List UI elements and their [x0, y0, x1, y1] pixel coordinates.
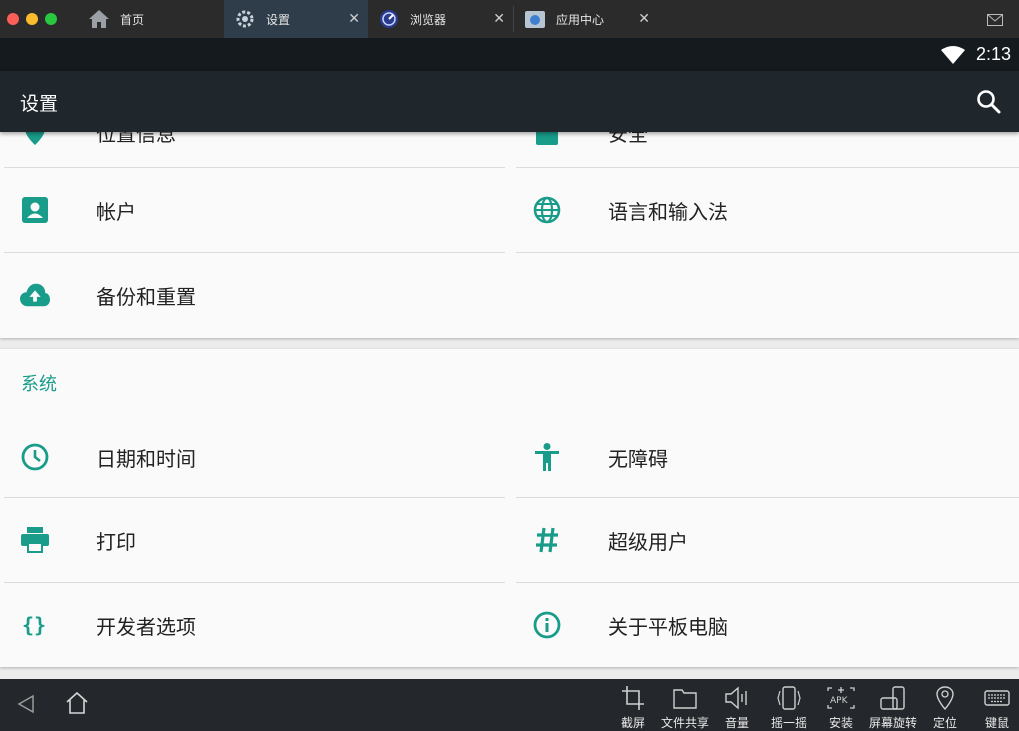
svg-text:{}: {}: [22, 613, 46, 637]
account-icon: [20, 196, 50, 224]
gear-icon: [234, 8, 256, 30]
tab-browser[interactable]: 浏览器 ✕: [368, 0, 513, 38]
shake-icon: [777, 686, 801, 710]
settings-item-developer-options[interactable]: {} 开发者选项: [4, 583, 505, 667]
emulator-window: 首页 设置 ✕ 浏览器 ✕ 应用中心 ✕ 2:13 设置 位置信息 安全 帐户 …: [0, 0, 1019, 731]
hash-icon: [532, 526, 562, 554]
personal-section-card: 位置信息 安全 帐户 语言和输入法 备份和重置: [0, 132, 1019, 338]
tab-label: 应用中心: [556, 12, 605, 27]
install-apk-button[interactable]: APK 安装: [813, 685, 869, 731]
rotate-icon: [880, 686, 905, 710]
location-button[interactable]: 定位: [917, 685, 973, 731]
settings-item-label: 开发者选项: [96, 615, 196, 639]
globe-icon: [532, 196, 562, 224]
tab-home[interactable]: 首页: [78, 0, 224, 38]
tab-label: 首页: [120, 12, 145, 27]
settings-item-label: 关于平板电脑: [608, 615, 728, 639]
settings-item-superuser[interactable]: 超级用户: [516, 498, 1017, 582]
tab-settings[interactable]: 设置 ✕: [224, 0, 368, 38]
tool-label: 屏幕旋转: [868, 716, 917, 730]
shake-button[interactable]: 摇一摇: [761, 685, 817, 731]
tool-label: 摇一摇: [770, 716, 807, 730]
settings-app-bar: 设置: [0, 71, 1019, 132]
tab-label: 设置: [266, 12, 291, 27]
mail-icon[interactable]: [987, 11, 1003, 30]
settings-item-label: 安全: [608, 132, 648, 146]
tool-label: 键鼠: [984, 716, 1009, 730]
volume-button[interactable]: 音量: [709, 685, 765, 731]
settings-item-print[interactable]: 打印: [4, 498, 505, 582]
settings-item-language[interactable]: 语言和输入法: [516, 168, 1017, 252]
minimize-window-button[interactable]: [26, 13, 38, 25]
location-pin-icon: [936, 686, 954, 711]
close-tab-icon[interactable]: ✕: [493, 11, 505, 27]
location-icon: [20, 132, 50, 146]
folder-icon: [673, 689, 697, 709]
app-center-icon: [524, 8, 546, 30]
settings-item-date-time[interactable]: 日期和时间: [4, 415, 505, 499]
crop-icon: [622, 686, 644, 710]
emulator-toolbar: 截屏 文件共享 音量 摇一摇 APK 安装 屏幕旋转 定位 键鼠: [0, 679, 1019, 731]
screenshot-button[interactable]: 截屏: [605, 685, 661, 731]
lock-icon: [532, 132, 562, 146]
maximize-window-button[interactable]: [45, 13, 57, 25]
settings-item-account[interactable]: 帐户: [4, 168, 505, 252]
home-icon: [88, 8, 110, 30]
settings-item-label: 无障碍: [608, 447, 668, 471]
settings-item-label: 位置信息: [96, 132, 176, 146]
accessibility-icon: [532, 443, 562, 471]
tab-label: 浏览器: [410, 12, 447, 27]
tab-app-center[interactable]: 应用中心 ✕: [514, 0, 658, 38]
system-section-card: 系统 日期和时间 无障碍 打印 超级用户 {} 开发者选项 关于平板电脑: [0, 349, 1019, 667]
printer-icon: [20, 526, 50, 554]
settings-item-accessibility[interactable]: 无障碍: [516, 415, 1017, 499]
page-title: 设置: [20, 93, 59, 115]
divider: [516, 252, 1019, 253]
settings-item-label: 日期和时间: [96, 447, 196, 471]
settings-list[interactable]: 位置信息 安全 帐户 语言和输入法 备份和重置 系统 日期和时间 无障碍 打印 …: [0, 132, 1019, 679]
settings-item-about-tablet[interactable]: 关于平板电脑: [516, 583, 1017, 667]
settings-item-label: 帐户: [96, 200, 136, 224]
tool-label: 安装: [828, 716, 853, 730]
settings-item-backup-reset[interactable]: 备份和重置: [4, 253, 505, 337]
search-icon[interactable]: [975, 88, 1003, 116]
file-share-button[interactable]: 文件共享: [657, 685, 713, 731]
cloud-upload-icon: [20, 281, 50, 309]
close-tab-icon[interactable]: ✕: [638, 11, 650, 27]
browser-icon: [378, 8, 400, 30]
braces-icon: {}: [20, 611, 50, 639]
rotate-screen-button[interactable]: 屏幕旋转: [865, 685, 921, 731]
wifi-icon: [941, 46, 965, 68]
tool-label: 文件共享: [660, 716, 709, 730]
clock-icon: [20, 443, 50, 471]
window-tab-bar: 首页 设置 ✕ 浏览器 ✕ 应用中心 ✕: [0, 0, 1019, 38]
volume-icon: [725, 686, 747, 710]
android-status-bar: 2:13: [0, 38, 1019, 71]
keyboard-mouse-button[interactable]: 键鼠: [969, 685, 1019, 731]
tool-label: 截屏: [620, 716, 645, 730]
settings-item-label: 语言和输入法: [608, 200, 728, 224]
settings-item-label: 打印: [96, 530, 136, 554]
tool-label: 定位: [932, 716, 957, 730]
close-tab-icon[interactable]: ✕: [348, 11, 360, 27]
window-controls: [0, 0, 78, 38]
svg-text:APK: APK: [830, 696, 849, 706]
info-icon: [532, 611, 562, 639]
status-time: 2:13: [975, 44, 1011, 64]
settings-item-label: 备份和重置: [96, 285, 196, 309]
home-nav-icon[interactable]: [64, 691, 90, 719]
tool-label: 音量: [724, 716, 749, 730]
keyboard-icon: [984, 690, 1010, 706]
section-title: 系统: [21, 374, 57, 395]
apk-icon: APK: [827, 687, 855, 709]
close-window-button[interactable]: [7, 13, 19, 25]
settings-item-label: 超级用户: [608, 530, 688, 554]
back-icon[interactable]: [16, 694, 36, 718]
